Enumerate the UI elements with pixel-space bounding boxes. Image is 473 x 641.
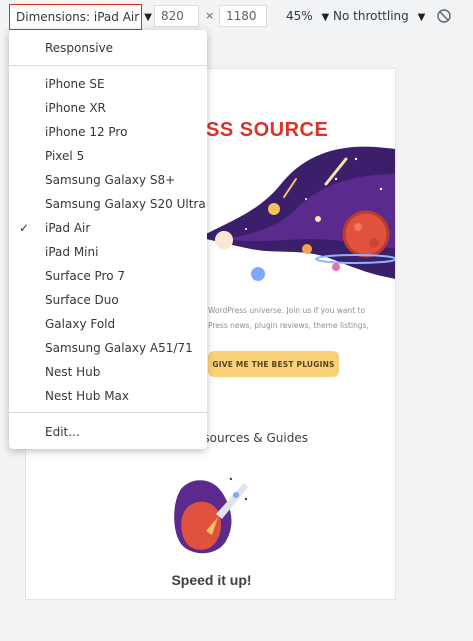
menu-item-label: Samsung Galaxy S20 Ultra [45, 197, 206, 211]
times-separator: × [205, 9, 215, 22]
menu-item-label: Surface Pro 7 [45, 269, 126, 283]
menu-item-label: Nest Hub [45, 365, 101, 379]
check-icon: ✓ [19, 221, 30, 235]
rotate-icon[interactable] [436, 8, 452, 24]
menu-item-edit[interactable]: Edit... [9, 420, 207, 444]
menu-item-label: iPhone SE [45, 77, 105, 91]
menu-item-nest-hub[interactable]: Nest Hub [9, 360, 207, 384]
menu-item-galaxy-fold[interactable]: Galaxy Fold [9, 312, 207, 336]
hero-text-line-1: WordPress universe. Join us if you want … [208, 306, 366, 315]
menu-item-pixel-5[interactable]: Pixel 5 [9, 144, 207, 168]
menu-item-label: Galaxy Fold [45, 317, 116, 331]
menu-item-iphone-12-pro[interactable]: iPhone 12 Pro [9, 120, 207, 144]
menu-divider [9, 412, 207, 413]
dimensions-menu: Responsive iPhone SE iPhone XR iPhone 12… [9, 30, 207, 449]
rocket-illustration [174, 477, 248, 554]
throttling-dropdown[interactable]: No throttling ▼ [333, 9, 425, 23]
menu-item-label: Responsive [45, 41, 114, 55]
menu-item-label: Nest Hub Max [45, 389, 129, 403]
menu-item-galaxy-s8[interactable]: Samsung Galaxy S8+ [9, 168, 207, 192]
menu-item-surface-pro-7[interactable]: Surface Pro 7 [9, 264, 207, 288]
menu-item-ipad-air[interactable]: ✓ iPad Air [9, 216, 207, 240]
device-toolbar: Dimensions: iPad Air ▼ 820 × 1180 45% ▼ … [0, 0, 473, 34]
chevron-down-icon: ▼ [417, 12, 426, 23]
section-title: esources & Guides [196, 431, 308, 445]
menu-item-galaxy-s20-ultra[interactable]: Samsung Galaxy S20 Ultra [9, 192, 207, 216]
dimensions-dropdown[interactable]: Dimensions: iPad Air ▼ [9, 4, 152, 30]
width-input[interactable]: 820 [154, 5, 199, 27]
menu-item-nest-hub-max[interactable]: Nest Hub Max [9, 384, 207, 408]
hero-description: WordPress universe. Join us if you want … [208, 303, 388, 333]
zoom-label: 45% [286, 9, 313, 23]
speed-title: Speed it up! [171, 572, 252, 588]
menu-item-label: iPhone 12 Pro [45, 125, 128, 139]
menu-item-label: iPad Air [45, 221, 91, 235]
dimensions-label: Dimensions: iPad Air [16, 10, 140, 24]
menu-item-iphone-se[interactable]: iPhone SE [9, 72, 207, 96]
menu-item-iphone-xr[interactable]: iPhone XR [9, 96, 207, 120]
menu-item-responsive[interactable]: Responsive [9, 36, 207, 60]
menu-item-label: Pixel 5 [45, 149, 85, 163]
menu-item-label: iPhone XR [45, 101, 106, 115]
zoom-dropdown[interactable]: 45% ▼ [286, 9, 329, 23]
menu-divider [9, 65, 207, 66]
menu-item-surface-duo[interactable]: Surface Duo [9, 288, 207, 312]
cta-button[interactable]: GIVE ME THE BEST PLUGINS [208, 351, 339, 377]
menu-item-galaxy-a51-71[interactable]: Samsung Galaxy A51/71 [9, 336, 207, 360]
chevron-down-icon: ▼ [321, 12, 330, 23]
menu-item-label: Samsung Galaxy S8+ [45, 173, 176, 187]
menu-item-label: Edit... [45, 425, 80, 439]
hero-text-line-2: Press news, plugin reviews, theme listin… [208, 321, 369, 330]
height-input[interactable]: 1180 [219, 5, 267, 27]
menu-item-label: iPad Mini [45, 245, 99, 259]
throttling-label: No throttling [333, 9, 409, 23]
menu-item-label: Surface Duo [45, 293, 119, 307]
space-illustration [206, 146, 395, 281]
menu-item-label: Samsung Galaxy A51/71 [45, 341, 193, 355]
chevron-down-icon: ▼ [144, 11, 152, 23]
menu-item-ipad-mini[interactable]: iPad Mini [9, 240, 207, 264]
